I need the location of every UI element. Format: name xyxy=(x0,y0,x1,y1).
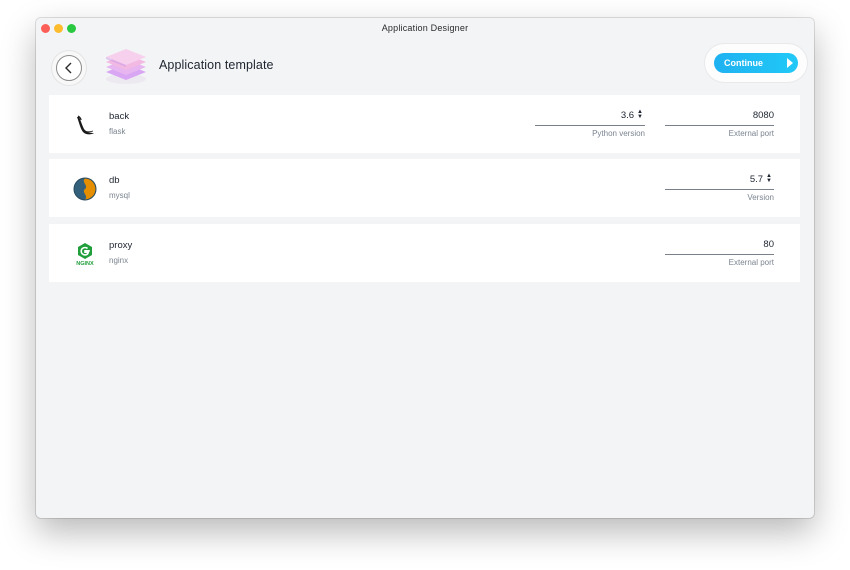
service-card-db[interactable]: db mysql 5.7 ▲ ▼ Version xyxy=(49,159,800,217)
app-window: Application Designer Application templat… xyxy=(36,18,814,518)
title-bar: Application Designer xyxy=(36,18,814,40)
service-name: back xyxy=(109,111,130,122)
field-underline xyxy=(665,254,774,255)
template-stack-icon xyxy=(106,49,146,84)
chevron-left-icon xyxy=(65,62,72,74)
service-name: db xyxy=(109,175,120,186)
field-underline xyxy=(665,189,774,190)
version-label: Version xyxy=(747,193,774,202)
service-name: proxy xyxy=(109,240,133,251)
continue-label: Continue xyxy=(724,58,763,68)
mysql-icon xyxy=(73,177,97,201)
external-port-value: 80 xyxy=(763,239,774,250)
back-button[interactable] xyxy=(56,55,82,81)
play-arrow-icon xyxy=(787,58,793,68)
python-version-label: Python version xyxy=(592,129,645,138)
svg-text:NGINX: NGINX xyxy=(76,261,94,266)
continue-button[interactable]: Continue xyxy=(714,53,798,73)
mysql-version-value: 5.7 xyxy=(749,174,764,185)
service-card-back[interactable]: back flask 3.6 ▲ ▼ Python version 8080 Ext… xyxy=(49,95,800,153)
flask-icon xyxy=(77,115,94,135)
mysql-version-select[interactable]: 5.7 ▲ ▼ Version xyxy=(665,173,774,205)
field-underline xyxy=(665,125,774,126)
updown-arrows-icon: ▲ ▼ xyxy=(637,109,643,121)
python-version-value: 3.6 xyxy=(620,110,635,121)
external-port-label: External port xyxy=(728,258,774,267)
field-underline xyxy=(535,125,645,126)
proxy-external-port-input[interactable]: 80 External port xyxy=(665,238,774,270)
back-external-port-input[interactable]: 8080 External port xyxy=(665,109,774,141)
window-title: Application Designer xyxy=(381,23,469,33)
service-card-proxy[interactable]: NGINX proxy nginx 80 External port xyxy=(49,224,800,282)
updown-arrows-icon: ▲ ▼ xyxy=(766,173,772,185)
page-title: Application template xyxy=(159,58,274,72)
external-port-value: 8080 xyxy=(752,110,774,121)
service-type: nginx xyxy=(109,256,129,265)
nginx-icon: NGINX xyxy=(76,243,94,266)
python-version-select[interactable]: 3.6 ▲ ▼ Python version xyxy=(535,109,645,141)
service-type: mysql xyxy=(109,191,130,200)
external-port-label: External port xyxy=(728,129,774,138)
service-type: flask xyxy=(109,127,126,136)
